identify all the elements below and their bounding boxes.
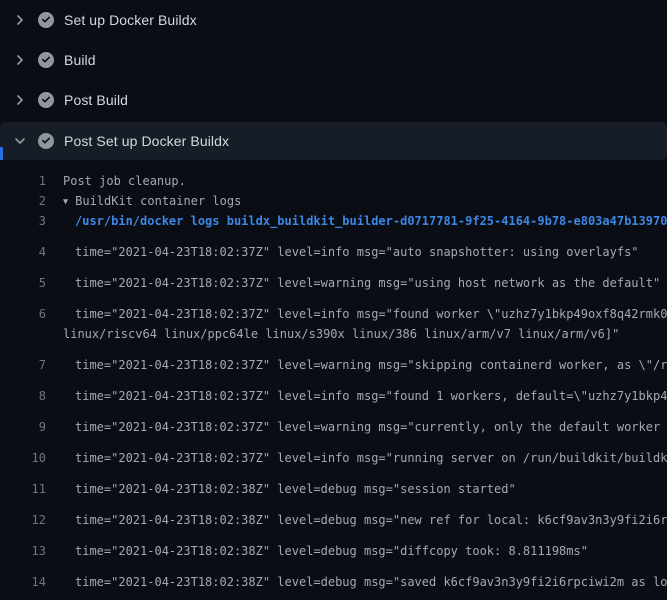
log-line-number[interactable]: 2 (0, 191, 46, 211)
log-line: 9 ▼time="2021-04-23T18:02:37Z" level=war… (0, 417, 667, 437)
log-line: 11 ▼time="2021-04-23T18:02:38Z" level=de… (0, 479, 667, 499)
log-line-text: time="2021-04-23T18:02:37Z" level=info m… (75, 451, 667, 465)
chevron-right-icon (12, 52, 28, 68)
chevron-down-icon (12, 133, 28, 149)
log-line: 8 ▼time="2021-04-23T18:02:37Z" level=inf… (0, 386, 667, 406)
log-line-text: time="2021-04-23T18:02:37Z" level=info m… (75, 307, 667, 321)
log-line: 2 ▼ BuildKit container logs (0, 191, 667, 211)
log-line-text: time="2021-04-23T18:02:37Z" level=info m… (75, 389, 667, 403)
log-line-number[interactable]: 14 (0, 572, 46, 592)
step-title: Build (64, 52, 96, 68)
step-row-post-set-up-docker-buildx[interactable]: Post Set up Docker Buildx (0, 122, 667, 160)
log-line-number[interactable]: 11 (0, 479, 46, 499)
chevron-right-icon (12, 92, 28, 108)
actions-log-viewer: Set up Docker Buildx Build Post Bu (0, 0, 667, 600)
step-row-set-up-docker-buildx[interactable]: Set up Docker Buildx (0, 0, 667, 40)
log-line-text: time="2021-04-23T18:02:38Z" level=debug … (75, 482, 516, 496)
check-circle-icon (38, 92, 54, 108)
log-line: 5 ▼time="2021-04-23T18:02:37Z" level=war… (0, 273, 667, 293)
log-line: 4 ▼time="2021-04-23T18:02:37Z" level=inf… (0, 242, 667, 262)
log-line: 14 ▼time="2021-04-23T18:02:38Z" level=de… (0, 572, 667, 592)
group-expand-marker[interactable]: ▼ (63, 192, 68, 211)
log-line-text: time="2021-04-23T18:02:37Z" level=warnin… (75, 358, 667, 372)
steps-list: Set up Docker Buildx Build Post Bu (0, 0, 667, 160)
check-circle-icon (38, 12, 54, 28)
log-line-text: time="2021-04-23T18:02:38Z" level=debug … (75, 513, 667, 527)
log-line: 10 ▼time="2021-04-23T18:02:37Z" level=in… (0, 448, 667, 468)
log-line-number[interactable]: 10 (0, 448, 46, 468)
log-line: ▼linux/riscv64 linux/ppc64le linux/s390x… (0, 324, 667, 344)
log-line-number[interactable]: 12 (0, 510, 46, 530)
log-line-text: linux/riscv64 linux/ppc64le linux/s390x … (63, 327, 619, 341)
log-line-number[interactable]: 3 (0, 211, 46, 231)
log-line-number[interactable]: 8 (0, 386, 46, 406)
log-line-number[interactable] (0, 324, 46, 344)
log-line: 12 ▼time="2021-04-23T18:02:38Z" level=de… (0, 510, 667, 530)
step-row-build[interactable]: Build (0, 40, 667, 80)
log-line-text: Post job cleanup. (63, 174, 186, 188)
log-output: 1 ▼Post job cleanup. 2 ▼ BuildKit contain… (0, 171, 667, 600)
log-line: 1 ▼Post job cleanup. (0, 171, 667, 191)
log-line-text: time="2021-04-23T18:02:38Z" level=debug … (75, 575, 667, 589)
step-row-post-build[interactable]: Post Build (0, 80, 667, 120)
log-line-text: /usr/bin/docker logs buildx_buildkit_bui… (75, 214, 667, 228)
chevron-right-icon (12, 12, 28, 28)
log-line-text: time="2021-04-23T18:02:37Z" level=warnin… (75, 276, 660, 290)
log-line-text: time="2021-04-23T18:02:37Z" level=info m… (75, 245, 639, 259)
log-line: 3 ▼/usr/bin/docker logs buildx_buildkit_… (0, 211, 667, 231)
log-line-text: BuildKit container logs (75, 194, 241, 208)
log-line-number[interactable]: 7 (0, 355, 46, 375)
check-circle-icon (38, 52, 54, 68)
log-line-number[interactable]: 9 (0, 417, 46, 437)
log-line-number[interactable]: 1 (0, 171, 46, 191)
check-circle-icon (38, 133, 54, 149)
step-title: Post Set up Docker Buildx (64, 133, 229, 149)
step-title: Post Build (64, 92, 128, 108)
active-step-accent (0, 147, 3, 160)
log-line-text: time="2021-04-23T18:02:38Z" level=debug … (75, 544, 588, 558)
log-line-number[interactable]: 5 (0, 273, 46, 293)
log-line-number[interactable]: 6 (0, 304, 46, 324)
log-line: 7 ▼time="2021-04-23T18:02:37Z" level=war… (0, 355, 667, 375)
log-line: 6 ▼time="2021-04-23T18:02:37Z" level=inf… (0, 304, 667, 324)
log-line-number[interactable]: 4 (0, 242, 46, 262)
step-title: Set up Docker Buildx (64, 12, 197, 28)
log-line-number[interactable]: 13 (0, 541, 46, 561)
log-line: 13 ▼time="2021-04-23T18:02:38Z" level=de… (0, 541, 667, 561)
log-line-text: time="2021-04-23T18:02:37Z" level=warnin… (75, 420, 667, 434)
